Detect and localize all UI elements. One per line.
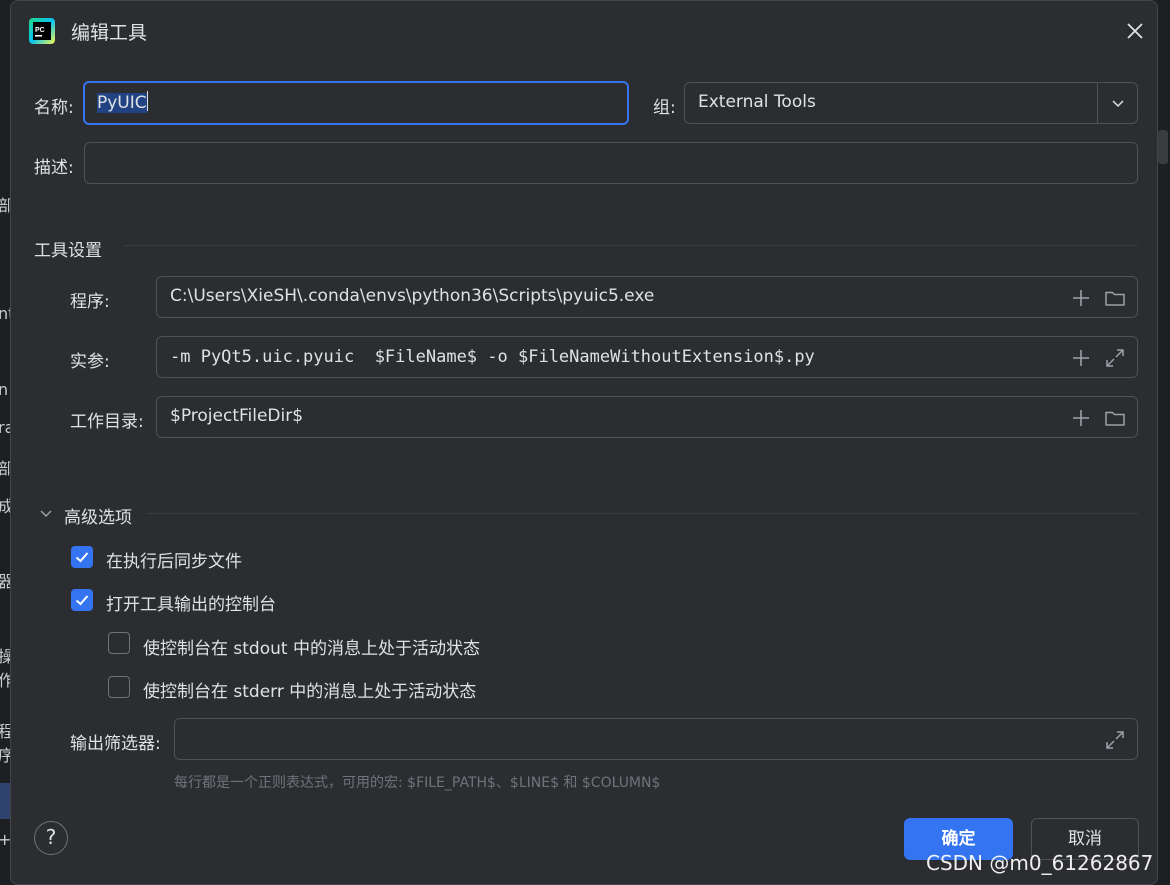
arguments-label: 实参: — [70, 352, 110, 372]
activate-stdout-label: 使控制台在 stdout 中的消息上处于活动状态 — [143, 639, 480, 659]
working-dir-input[interactable]: $ProjectFileDir$ — [156, 396, 1138, 438]
background-text-fragment: n — [0, 380, 9, 399]
close-icon[interactable] — [1123, 19, 1147, 43]
program-input-value: C:\Users\XieSH\.conda\envs\python36\Scri… — [170, 286, 655, 306]
name-input[interactable]: PyUIC — [83, 81, 629, 125]
insert-macro-plus-icon[interactable] — [1069, 286, 1093, 310]
insert-macro-plus-icon[interactable] — [1069, 406, 1093, 430]
text-caret — [146, 91, 148, 111]
chevron-down-icon[interactable] — [39, 506, 53, 520]
help-button[interactable]: ? — [34, 821, 68, 855]
name-label: 名称: — [34, 98, 74, 118]
group-label: 组: — [653, 98, 676, 118]
checkmark-icon — [75, 595, 89, 606]
group-combobox-value: External Tools — [698, 92, 816, 112]
expand-icon[interactable] — [1103, 346, 1127, 370]
pycharm-logo-icon: PC — [29, 18, 55, 44]
section-divider — [124, 245, 1138, 246]
checkmark-icon — [75, 552, 89, 563]
svg-text:PC: PC — [35, 27, 45, 34]
folder-browse-icon[interactable] — [1103, 406, 1127, 430]
program-input[interactable]: C:\Users\XieSH\.conda\envs\python36\Scri… — [156, 276, 1138, 318]
background-scrollbar — [1158, 130, 1168, 164]
group-combobox[interactable]: External Tools — [684, 82, 1138, 124]
program-label: 程序: — [70, 292, 110, 312]
arguments-input-value: -m PyQt5.uic.pyuic $FileName$ -o $FileNa… — [170, 347, 815, 367]
sync-files-checkbox[interactable] — [71, 546, 93, 568]
activate-stderr-label: 使控制台在 stderr 中的消息上处于活动状态 — [143, 682, 477, 702]
advanced-options-section-title[interactable]: 高级选项 — [64, 503, 132, 528]
chevron-down-icon — [1112, 100, 1124, 108]
edit-tool-dialog: PC 编辑工具 名称: PyUIC 组: External Tools 描述: … — [10, 0, 1158, 885]
tool-settings-section-title: 工具设置 — [34, 241, 102, 261]
sync-files-label: 在执行后同步文件 — [106, 552, 242, 572]
arguments-input[interactable]: -m PyQt5.uic.pyuic $FileName$ -o $FileNa… — [156, 336, 1138, 378]
activate-stdout-checkbox[interactable] — [108, 632, 130, 654]
description-input[interactable] — [84, 142, 1138, 184]
open-console-checkbox[interactable] — [71, 589, 93, 611]
insert-macro-plus-icon[interactable] — [1069, 346, 1093, 370]
csdn-watermark: CSDN @m0_61262867 — [926, 851, 1154, 875]
output-filters-hint: 每行都是一个正则表达式，可用的宏: $FILE_PATH$、$LINE$ 和 $… — [174, 775, 661, 791]
output-filters-input[interactable] — [174, 718, 1138, 760]
background-selected-item — [0, 783, 10, 819]
name-input-value: PyUIC — [97, 93, 147, 113]
dialog-title: 编辑工具 — [71, 22, 148, 44]
dialog-titlebar: PC 编辑工具 — [11, 1, 1157, 59]
working-dir-label: 工作目录: — [70, 412, 144, 432]
folder-browse-icon[interactable] — [1103, 286, 1127, 310]
output-filters-label: 输出筛选器: — [70, 734, 161, 754]
expand-icon[interactable] — [1103, 728, 1127, 752]
working-dir-input-value: $ProjectFileDir$ — [170, 406, 304, 426]
description-label: 描述: — [34, 158, 74, 178]
section-divider — [146, 513, 1138, 514]
open-console-label: 打开工具输出的控制台 — [106, 595, 276, 615]
group-dropdown-button[interactable] — [1097, 83, 1137, 123]
activate-stderr-checkbox[interactable] — [108, 676, 130, 698]
